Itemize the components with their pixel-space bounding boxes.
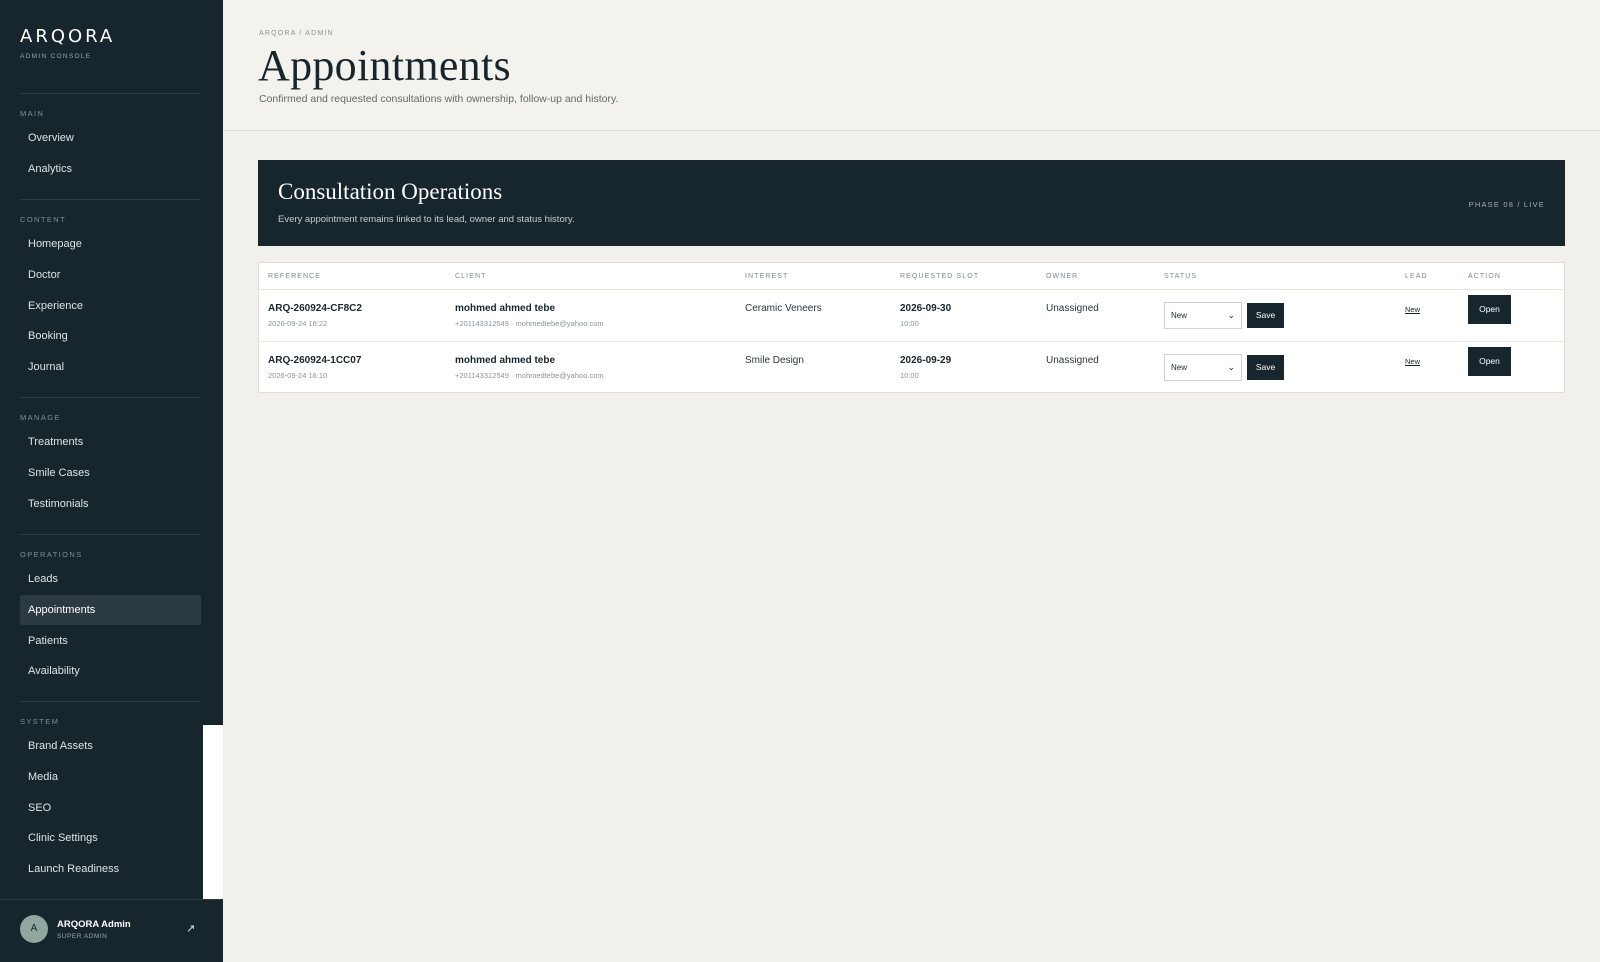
column-header-reference: REFERENCE bbox=[268, 273, 322, 280]
user-role: SUPER ADMIN bbox=[57, 933, 108, 940]
sidebar-item-media[interactable]: Media bbox=[20, 762, 201, 792]
owner-cell: Unassigned bbox=[1046, 303, 1099, 314]
sidebar-item-treatments[interactable]: Treatments bbox=[20, 427, 201, 457]
page-subtitle: Confirmed and requested consultations wi… bbox=[259, 93, 619, 105]
lead-link[interactable]: New bbox=[1405, 305, 1420, 314]
slot-cell: 2026-09-29 10:00 bbox=[900, 355, 951, 380]
nav-divider bbox=[20, 199, 201, 200]
banner-subtitle: Every appointment remains linked to its … bbox=[278, 214, 575, 225]
reference-cell: ARQ-260924-CF8C2 2026-09-24 16:22 bbox=[268, 303, 362, 328]
client-contact: +201143312549 · mohmedtebe@yahoo.com bbox=[455, 319, 604, 328]
column-header-action: ACTION bbox=[1468, 273, 1502, 280]
appointments-table: REFERENCE CLIENT INTEREST REQUESTED SLOT… bbox=[258, 262, 1565, 393]
slot-date: 2026-09-30 bbox=[900, 303, 952, 314]
interest-cell: Ceramic Veneers bbox=[745, 303, 822, 314]
brand-subtitle: ADMIN CONSOLE bbox=[20, 53, 92, 60]
client-cell: mohmed ahmed tebe +201143312549 · mohmed… bbox=[455, 303, 604, 328]
reference-id: ARQ-260924-1CC07 bbox=[268, 355, 362, 366]
save-button[interactable]: Save bbox=[1247, 355, 1284, 380]
user-footer: A ARQORA Admin SUPER ADMIN ↗ bbox=[0, 899, 223, 962]
sidebar-item-overview[interactable]: Overview bbox=[20, 123, 201, 153]
sidebar-item-leads[interactable]: Leads bbox=[20, 564, 201, 594]
open-button[interactable]: Open bbox=[1468, 295, 1511, 324]
status-select[interactable]: New ⌄ bbox=[1164, 302, 1242, 329]
sidebar-item-appointments[interactable]: Appointments bbox=[20, 595, 201, 625]
sidebar-item-homepage[interactable]: Homepage bbox=[20, 229, 201, 259]
sidebar-item-patients[interactable]: Patients bbox=[20, 626, 201, 656]
nav-divider bbox=[20, 93, 201, 94]
sidebar-item-testimonials[interactable]: Testimonials bbox=[20, 489, 201, 519]
sidebar-item-clinic-settings[interactable]: Clinic Settings bbox=[20, 823, 201, 853]
nav-section-operations: OPERATIONS bbox=[20, 550, 83, 559]
column-header-interest: INTEREST bbox=[745, 273, 789, 280]
created-timestamp: 2026-09-24 16:22 bbox=[268, 319, 328, 328]
client-name: mohmed ahmed tebe bbox=[455, 355, 556, 366]
nav-divider bbox=[20, 701, 201, 702]
column-header-requested-slot: REQUESTED SLOT bbox=[900, 273, 980, 280]
arrow-up-right-icon[interactable]: ↗ bbox=[186, 922, 195, 935]
slot-time: 10:00 bbox=[900, 371, 919, 380]
nav-section-main: MAIN bbox=[20, 109, 45, 118]
status-value: New bbox=[1171, 311, 1188, 320]
column-header-client: CLIENT bbox=[455, 273, 487, 280]
client-cell: mohmed ahmed tebe +201143312549 · mohmed… bbox=[455, 355, 604, 380]
nav-section-system: SYSTEM bbox=[20, 717, 60, 726]
operations-banner: Consultation Operations Every appointmen… bbox=[258, 160, 1565, 246]
sidebar-item-smile-cases[interactable]: Smile Cases bbox=[20, 458, 201, 488]
created-timestamp: 2026-09-24 16:10 bbox=[268, 371, 328, 380]
sidebar-item-experience[interactable]: Experience bbox=[20, 291, 201, 321]
sidebar-item-doctor[interactable]: Doctor bbox=[20, 260, 201, 290]
owner-cell: Unassigned bbox=[1046, 355, 1099, 366]
table-row: ARQ-260924-CF8C2 2026-09-24 16:22 mohmed… bbox=[259, 290, 1564, 342]
sidebar-item-booking[interactable]: Booking bbox=[20, 321, 201, 351]
table-row: ARQ-260924-1CC07 2026-09-24 16:10 mohmed… bbox=[259, 342, 1564, 394]
banner-title: Consultation Operations bbox=[278, 179, 503, 204]
slot-time: 10:00 bbox=[900, 319, 919, 328]
column-header-status: STATUS bbox=[1164, 273, 1198, 280]
open-button[interactable]: Open bbox=[1468, 347, 1511, 376]
brand: ARQORA ADMIN CONSOLE bbox=[20, 26, 115, 60]
save-button[interactable]: Save bbox=[1247, 303, 1284, 328]
page-title: Appointments bbox=[258, 41, 511, 90]
sidebar-item-journal[interactable]: Journal bbox=[20, 352, 201, 382]
interest-cell: Smile Design bbox=[745, 355, 804, 366]
nav-divider bbox=[20, 397, 201, 398]
sidebar-item-availability[interactable]: Availability bbox=[20, 656, 201, 686]
chevron-down-icon: ⌄ bbox=[1227, 362, 1235, 372]
sidebar-item-brand-assets[interactable]: Brand Assets bbox=[20, 731, 201, 761]
phase-tag: PHASE 08 / LIVE bbox=[1468, 200, 1545, 209]
status-value: New bbox=[1171, 363, 1188, 372]
brand-name: ARQORA bbox=[20, 26, 116, 47]
lead-link[interactable]: New bbox=[1405, 357, 1420, 366]
reference-cell: ARQ-260924-1CC07 2026-09-24 16:10 bbox=[268, 355, 361, 380]
nav-section-content: CONTENT bbox=[20, 215, 67, 224]
slot-cell: 2026-09-30 10:00 bbox=[900, 303, 951, 328]
sidebar-notch bbox=[203, 725, 223, 899]
reference-id: ARQ-260924-CF8C2 bbox=[268, 303, 362, 314]
avatar: A bbox=[20, 915, 48, 943]
client-name: mohmed ahmed tebe bbox=[455, 303, 556, 314]
nav-divider bbox=[20, 534, 201, 535]
client-contact: +201143312549 · mohmedtebe@yahoo.com bbox=[455, 371, 604, 380]
user-name: ARQORA Admin bbox=[57, 919, 131, 930]
nav-section-manage: MANAGE bbox=[20, 413, 61, 422]
sidebar-item-analytics[interactable]: Analytics bbox=[20, 154, 201, 184]
sidebar-item-seo[interactable]: SEO bbox=[20, 793, 201, 823]
sidebar: ARQORA ADMIN CONSOLE MAIN Overview Analy… bbox=[0, 0, 223, 962]
status-select[interactable]: New ⌄ bbox=[1164, 354, 1242, 381]
chevron-down-icon: ⌄ bbox=[1227, 310, 1235, 320]
breadcrumb: ARQORA / ADMIN bbox=[259, 30, 334, 37]
page-header: ARQORA / ADMIN Appointments Confirmed an… bbox=[223, 0, 1600, 131]
sidebar-item-launch-readiness[interactable]: Launch Readiness bbox=[20, 854, 201, 884]
column-header-owner: OWNER bbox=[1046, 273, 1079, 280]
column-header-lead: LEAD bbox=[1405, 273, 1428, 280]
slot-date: 2026-09-29 bbox=[900, 355, 952, 366]
